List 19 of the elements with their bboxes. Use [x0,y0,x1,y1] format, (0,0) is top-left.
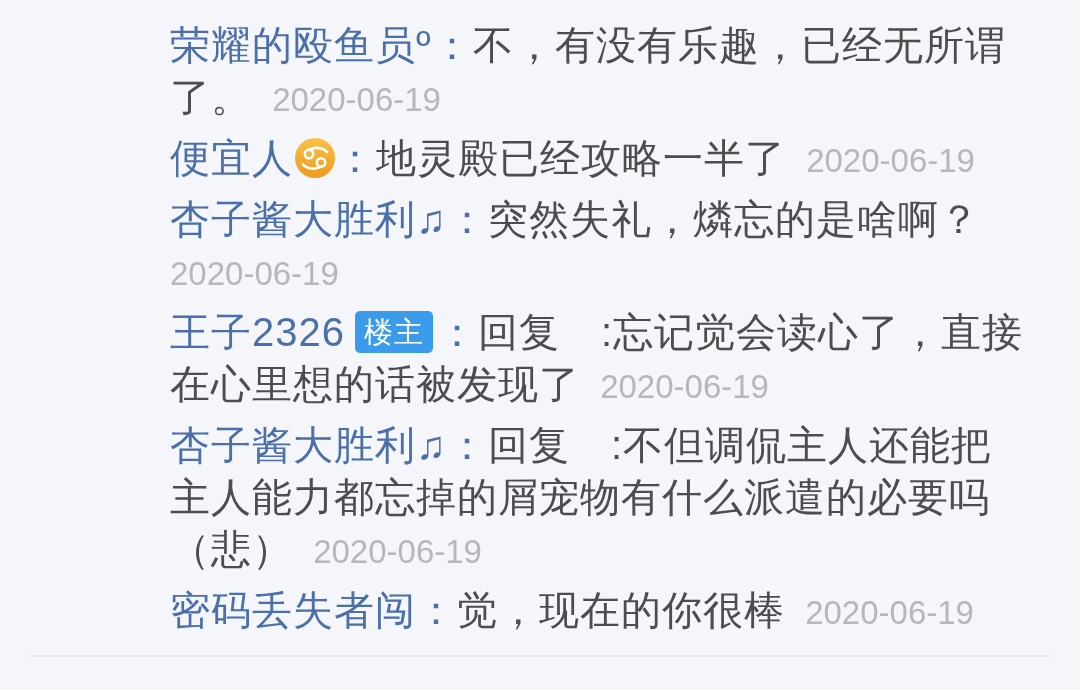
reply-comment: 王子2326 楼主 ：回复 :忘记觉会读心了，直接在心里想的话被发现了 2020-06-19 [170,309,1025,408]
username-link[interactable]: 杏子酱大胜利♫ [170,423,447,467]
thread-author-tag: 楼主 [355,311,433,353]
reply-date: 2020-06-19 [805,594,974,631]
reply-date: 2020-06-19 [806,142,975,179]
reply-date: 2020-06-19 [600,368,769,405]
reply-date: 2020-06-19 [170,255,339,292]
reply-comment: 便宜人 ：地灵殿已经攻略一半了 2020-06-19 [170,135,976,182]
username-link[interactable]: 密码丢失者闯 [170,588,416,632]
reply-date: 2020-06-19 [272,81,441,118]
username-link[interactable]: 杏子酱大胜利♫ [170,197,447,241]
reply-comment: 密码丢失者闯：觉，现在的你很棒 2020-06-19 [170,587,975,634]
username-link[interactable]: 荣耀的殴鱼员º [170,23,432,67]
username-link[interactable]: 王子2326 [170,310,345,354]
reply-comment: 荣耀的殴鱼员º：不，有没有乐趣，已经无所谓了。 2020-06-19 [170,22,1007,121]
reply-date: 2020-06-19 [313,533,482,570]
reply-comment: 杏子酱大胜利♫：回复 :不但调侃主人还能把主人能力都忘掉的屑宠物有什么派遣的必要吗（悲） 2020-06-19 [170,422,994,573]
username-link[interactable]: 便宜人 [170,136,293,180]
reply-comment: 杏子酱大胜利♫：突然失礼，燐忘的是啥啊？ 2020-06-19 [170,196,981,294]
